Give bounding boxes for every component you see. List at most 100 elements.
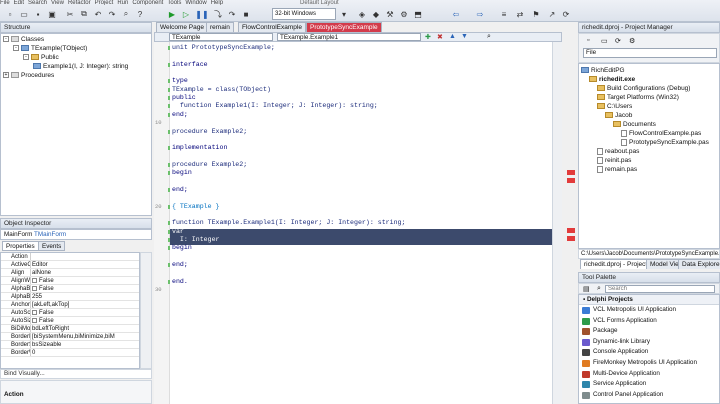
pause-icon[interactable]: ❚❚ [195, 8, 208, 20]
menu-item[interactable]: Tools [167, 0, 181, 5]
menu-item[interactable]: Edit [14, 0, 24, 5]
project-tree-item[interactable]: reabout.pas [581, 147, 719, 156]
checkbox-icon[interactable] [32, 317, 37, 323]
refresh-icon[interactable]: ⟳ [560, 8, 572, 20]
project-tree-item[interactable]: PrototypeSyncExample.pas [581, 138, 719, 147]
add-icon[interactable]: ✚ [425, 33, 431, 41]
open-icon[interactable]: ▭ [18, 8, 30, 20]
property-row[interactable]: AutoScroll False [1, 309, 139, 317]
tab-events[interactable]: Events [38, 241, 66, 251]
project-tree-item[interactable]: RichEditPG [581, 66, 719, 75]
search-icon[interactable]: ⌕ [120, 8, 132, 20]
menu-item[interactable]: Search [28, 0, 47, 5]
project-tree-item[interactable]: richedit.exe [581, 75, 719, 84]
bookmark-icon[interactable]: ⚑ [530, 8, 542, 20]
tab-prototypesync[interactable]: PrototypeSyncExample [306, 22, 382, 32]
menu-item[interactable]: Window [185, 0, 206, 5]
palette-item[interactable]: Dynamic-link Library [579, 337, 719, 348]
palette-icon[interactable]: ◈ [356, 8, 368, 20]
tab-properties[interactable]: Properties [2, 241, 39, 251]
tree-item-example1[interactable]: Example1(I, J: Integer): string [3, 62, 149, 71]
palette-category[interactable]: ▪ Delphi Projects [579, 295, 719, 305]
chevron-down-icon[interactable]: ▾ [338, 8, 350, 20]
property-value[interactable]: [akLeft,akTop] [31, 301, 139, 308]
code-line[interactable]: implementation [172, 144, 227, 152]
property-row[interactable]: AutoSize False [1, 317, 139, 325]
run-without-debug-icon[interactable]: ▷ [180, 8, 192, 20]
code-line[interactable]: begin [172, 244, 192, 252]
cut-icon[interactable]: ✂ [64, 8, 76, 20]
property-row[interactable]: Anchors [akLeft,akTop] [1, 301, 139, 309]
menu-item[interactable]: File [0, 0, 10, 5]
property-row[interactable]: BorderIcons[biSystemMenu,biMinimize,biM [1, 333, 139, 341]
palette-item[interactable]: Package [579, 326, 719, 337]
error-marker[interactable] [567, 236, 575, 241]
run-icon[interactable]: ▶ [166, 8, 178, 20]
options-icon[interactable]: ⚙ [398, 8, 410, 20]
code-line[interactable]: function TExample.Example1(I: Integer; J… [172, 219, 405, 227]
property-row[interactable]: AlphaBlendValue255 [1, 293, 139, 301]
undo-icon[interactable]: ↶ [92, 8, 104, 20]
menu-item[interactable]: View [51, 0, 64, 5]
property-row[interactable]: Action [1, 253, 139, 261]
tree-item-procedures[interactable]: + Procedures [3, 71, 149, 80]
search-icon[interactable]: ⌕ [487, 33, 491, 41]
palette-search-input[interactable] [605, 285, 715, 293]
platform-select[interactable]: 32-bit Windows [272, 8, 336, 20]
property-row[interactable]: BorderStylebsSizeable [1, 341, 139, 349]
back-icon[interactable]: ⇦ [450, 8, 462, 20]
down-icon[interactable]: ▼ [461, 33, 468, 40]
palette-item[interactable]: VCL Forms Application [579, 316, 719, 327]
code-line[interactable]: TExample = class(TObject) [172, 86, 271, 94]
palette-item[interactable]: Control Panel Application [579, 390, 719, 401]
palette-item[interactable]: Console Application [579, 347, 719, 358]
jump-icon[interactable]: ↗ [546, 8, 558, 20]
structure-tree[interactable]: - Classes - TExample(TObject) - Public Exam… [0, 33, 152, 216]
project-tree-item[interactable]: Jacob [581, 111, 719, 120]
menu-item[interactable]: Help [211, 0, 223, 5]
checkbox-icon[interactable] [32, 277, 37, 283]
menu-item[interactable]: Run [117, 0, 128, 5]
save-icon[interactable]: ▪ [32, 8, 44, 20]
code-editor[interactable]: unit PrototypeSyncExample; interface type T… [154, 42, 552, 404]
property-row[interactable]: Align alNone [1, 269, 139, 277]
property-value[interactable]: False [31, 317, 139, 324]
trace-into-icon[interactable]: ⤵ [212, 8, 224, 20]
method-selector[interactable]: TExample.Example1 [277, 33, 421, 41]
property-row[interactable]: AlphaBlend False [1, 285, 139, 293]
property-value[interactable]: bsSizeable [31, 341, 139, 348]
property-row[interactable]: BiDiModebdLeftToRight [1, 325, 139, 333]
property-value[interactable]: False [31, 309, 139, 316]
code-line[interactable]: type [172, 77, 188, 85]
tools-icon[interactable]: ⚒ [384, 8, 396, 20]
copy-icon[interactable]: ⧉ [78, 8, 90, 20]
property-value[interactable]: False [31, 285, 139, 292]
error-marker[interactable] [567, 170, 575, 175]
code-line[interactable]: public [172, 94, 196, 102]
menu-item[interactable]: Component [132, 0, 163, 5]
step-over-icon[interactable]: ↷ [226, 8, 238, 20]
code-line[interactable]: unit PrototypeSyncExample; [172, 44, 275, 52]
property-grid[interactable]: ActionActiveControlEditorAlignalNoneAlig… [0, 252, 140, 369]
stop-icon[interactable]: ■ [240, 8, 252, 20]
categories-icon[interactable]: ▤ [583, 285, 590, 293]
palette-item[interactable]: VCL Metropolis UI Application [579, 305, 719, 316]
tree-item-public[interactable]: - Public [3, 53, 149, 62]
tab-data-explorer[interactable]: Data Explorer [678, 259, 720, 269]
property-row[interactable]: ActiveControlEditor [1, 261, 139, 269]
palette-item[interactable]: Multi-Device Application [579, 369, 719, 380]
property-value[interactable]: Editor [31, 261, 139, 268]
code-line[interactable]: var [172, 228, 184, 236]
inspector-scrollbar[interactable] [140, 252, 152, 369]
checkbox-icon[interactable] [32, 309, 37, 315]
project-tree-item[interactable]: remain.pas [581, 165, 719, 174]
toggle-form-icon[interactable]: ⇄ [514, 8, 526, 20]
object-selector[interactable]: MainForm TMainForm [0, 229, 152, 240]
new-icon[interactable]: ▫ [4, 8, 16, 20]
tab-welcome-page[interactable]: Welcome Page [156, 22, 208, 32]
code-line[interactable]: { TExample } [172, 203, 219, 211]
code-line[interactable]: procedure Example2; [172, 128, 247, 136]
property-value[interactable]: alNone [31, 269, 139, 276]
tab-flowcontrol[interactable]: FlowControlExample [238, 22, 306, 32]
project-tree-item[interactable]: Build Configurations (Debug) [581, 84, 719, 93]
